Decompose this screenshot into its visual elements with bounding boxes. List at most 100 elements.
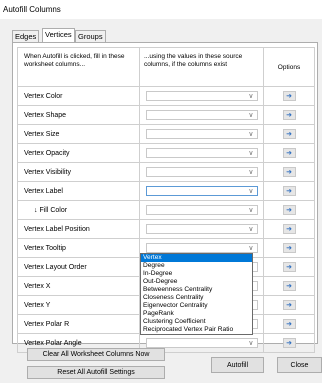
arrow-right-icon: ➜	[286, 187, 292, 195]
chevron-down-icon[interactable]: ∨	[248, 130, 253, 139]
options-cell: ➜	[264, 258, 315, 276]
chevron-down-icon[interactable]: ∨	[248, 244, 253, 253]
table-row: Vertex Shape ∨ ➜	[18, 106, 315, 125]
worksheet-column-label: Vertex Label Position	[18, 220, 140, 238]
options-button[interactable]: ➜	[282, 186, 296, 196]
arrow-right-icon: ➜	[286, 111, 292, 119]
table-row: Vertex Label Position ∨ ➜	[18, 220, 315, 239]
table-row: Vertex Opacity ∨ ➜	[18, 144, 315, 163]
autofill-columns-dialog: Autofill Columns Edges Vertices Groups W…	[0, 0, 322, 383]
arrow-right-icon: ➜	[286, 263, 292, 271]
dropdown-option[interactable]: PageRank	[141, 310, 252, 318]
worksheet-column-label: Vertex Opacity	[18, 144, 140, 162]
options-button[interactable]: ➜	[282, 319, 296, 329]
options-button[interactable]: ➜	[282, 148, 296, 158]
worksheet-column-label: Vertex Visibility	[18, 163, 140, 181]
arrow-right-icon: ➜	[286, 320, 292, 328]
source-column-cell: ∨	[140, 87, 264, 105]
chevron-down-icon[interactable]: ∨	[248, 92, 253, 101]
source-column-cell: ∨	[140, 125, 264, 143]
chevron-down-icon[interactable]: ∨	[248, 206, 253, 215]
chevron-down-icon[interactable]: ∨	[248, 168, 253, 177]
worksheet-column-label: Vertex X	[18, 277, 140, 295]
source-column-dropdown-list[interactable]: Vertex Degree In-Degree Out-Degree Betweenne…	[140, 253, 253, 335]
source-column-cell: ∨	[140, 220, 264, 238]
worksheet-column-label: Vertex Y	[18, 296, 140, 314]
options-cell: ➜	[264, 106, 315, 124]
title-bar: Autofill Columns	[0, 0, 322, 19]
chevron-down-icon[interactable]: ∨	[248, 187, 253, 196]
arrow-right-icon: ➜	[286, 206, 292, 214]
dropdown-option[interactable]: Betweenness Centrality	[141, 286, 252, 294]
tab-groups[interactable]: Groups	[75, 30, 106, 42]
table-row: Vertex Visibility ∨ ➜	[18, 163, 315, 182]
options-button[interactable]: ➜	[282, 300, 296, 310]
options-cell: ➜	[264, 125, 315, 143]
table-row: Vertex Size ∨ ➜	[18, 125, 315, 144]
options-button[interactable]: ➜	[282, 262, 296, 272]
options-cell: ➜	[264, 315, 315, 333]
options-cell: ➜	[264, 239, 315, 257]
worksheet-column-label: Vertex Size	[18, 125, 140, 143]
source-column-select[interactable]: ∨	[145, 167, 258, 177]
header-options: Options	[264, 48, 315, 86]
dropdown-option[interactable]: Out-Degree	[141, 278, 252, 286]
source-column-select[interactable]: ∨	[145, 129, 258, 139]
arrow-right-icon: ➜	[286, 130, 292, 138]
options-button[interactable]: ➜	[282, 205, 296, 215]
tab-edges[interactable]: Edges	[12, 30, 40, 42]
worksheet-column-label: Vertex Layout Order	[18, 258, 140, 276]
source-column-select[interactable]: ∨	[145, 243, 258, 253]
arrow-right-icon: ➜	[286, 282, 292, 290]
source-column-select[interactable]: ∨	[145, 91, 258, 101]
options-button[interactable]: ➜	[282, 281, 296, 291]
arrow-right-icon: ➜	[286, 92, 292, 100]
grid-header: When Autofill is clicked, fill in these …	[18, 48, 315, 87]
chevron-down-icon[interactable]: ∨	[248, 149, 253, 158]
source-column-select[interactable]: ∨	[145, 338, 258, 348]
dropdown-option[interactable]: Degree	[141, 262, 252, 270]
options-button[interactable]: ➜	[282, 243, 296, 253]
options-button[interactable]: ➜	[282, 167, 296, 177]
source-column-select[interactable]: ∨	[145, 224, 258, 234]
arrow-right-icon: ➜	[286, 301, 292, 309]
options-button[interactable]: ➜	[282, 110, 296, 120]
chevron-down-icon[interactable]: ∨	[248, 225, 253, 234]
options-cell: ➜	[264, 163, 315, 181]
dropdown-option[interactable]: Clustering Coefficient	[141, 318, 252, 326]
worksheet-column-label: Vertex Polar R	[18, 315, 140, 333]
chevron-down-icon[interactable]: ∨	[248, 111, 253, 120]
arrow-right-icon: ➜	[286, 149, 292, 157]
options-cell: ➜	[264, 87, 315, 105]
dropdown-option[interactable]: Eigenvector Centrality	[141, 302, 252, 310]
dropdown-option[interactable]: Closeness Centrality	[141, 294, 252, 302]
worksheet-column-label: ↓ Fill Color	[18, 201, 140, 219]
tab-vertices[interactable]: Vertices	[42, 28, 75, 43]
dropdown-option[interactable]: Reciprocated Vertex Pair Ratio	[141, 326, 252, 334]
source-column-select[interactable]: ∨	[145, 110, 258, 120]
clear-all-worksheet-columns-button[interactable]: Clear All Worksheet Columns Now	[27, 348, 165, 361]
source-column-select[interactable]: ∨	[145, 186, 258, 196]
source-column-select[interactable]: ∨	[145, 205, 258, 215]
table-row: Vertex Label ∨ ➜	[18, 182, 315, 201]
worksheet-column-label: Vertex Color	[18, 87, 140, 105]
source-column-select[interactable]: ∨	[145, 148, 258, 158]
options-cell: ➜	[264, 334, 315, 352]
options-cell: ➜	[264, 296, 315, 314]
chevron-down-icon[interactable]: ∨	[248, 339, 253, 348]
header-source-columns: ...using the values in these source colu…	[140, 48, 264, 86]
options-button[interactable]: ➜	[282, 91, 296, 101]
source-column-cell: ∨	[140, 144, 264, 162]
autofill-button[interactable]: Autofill	[211, 357, 264, 373]
arrow-right-icon: ➜	[286, 244, 292, 252]
window-title: Autofill Columns	[3, 5, 61, 14]
reset-all-autofill-settings-button[interactable]: Reset All Autofill Settings	[27, 366, 165, 379]
options-button[interactable]: ➜	[282, 338, 296, 348]
table-row: Vertex Color ∨ ➜	[18, 87, 315, 106]
close-button[interactable]: Close	[277, 357, 322, 373]
dropdown-option[interactable]: In-Degree	[141, 270, 252, 278]
worksheet-column-label: Vertex Label	[18, 182, 140, 200]
options-button[interactable]: ➜	[282, 224, 296, 234]
options-button[interactable]: ➜	[282, 129, 296, 139]
dropdown-option[interactable]: Vertex	[141, 254, 252, 262]
